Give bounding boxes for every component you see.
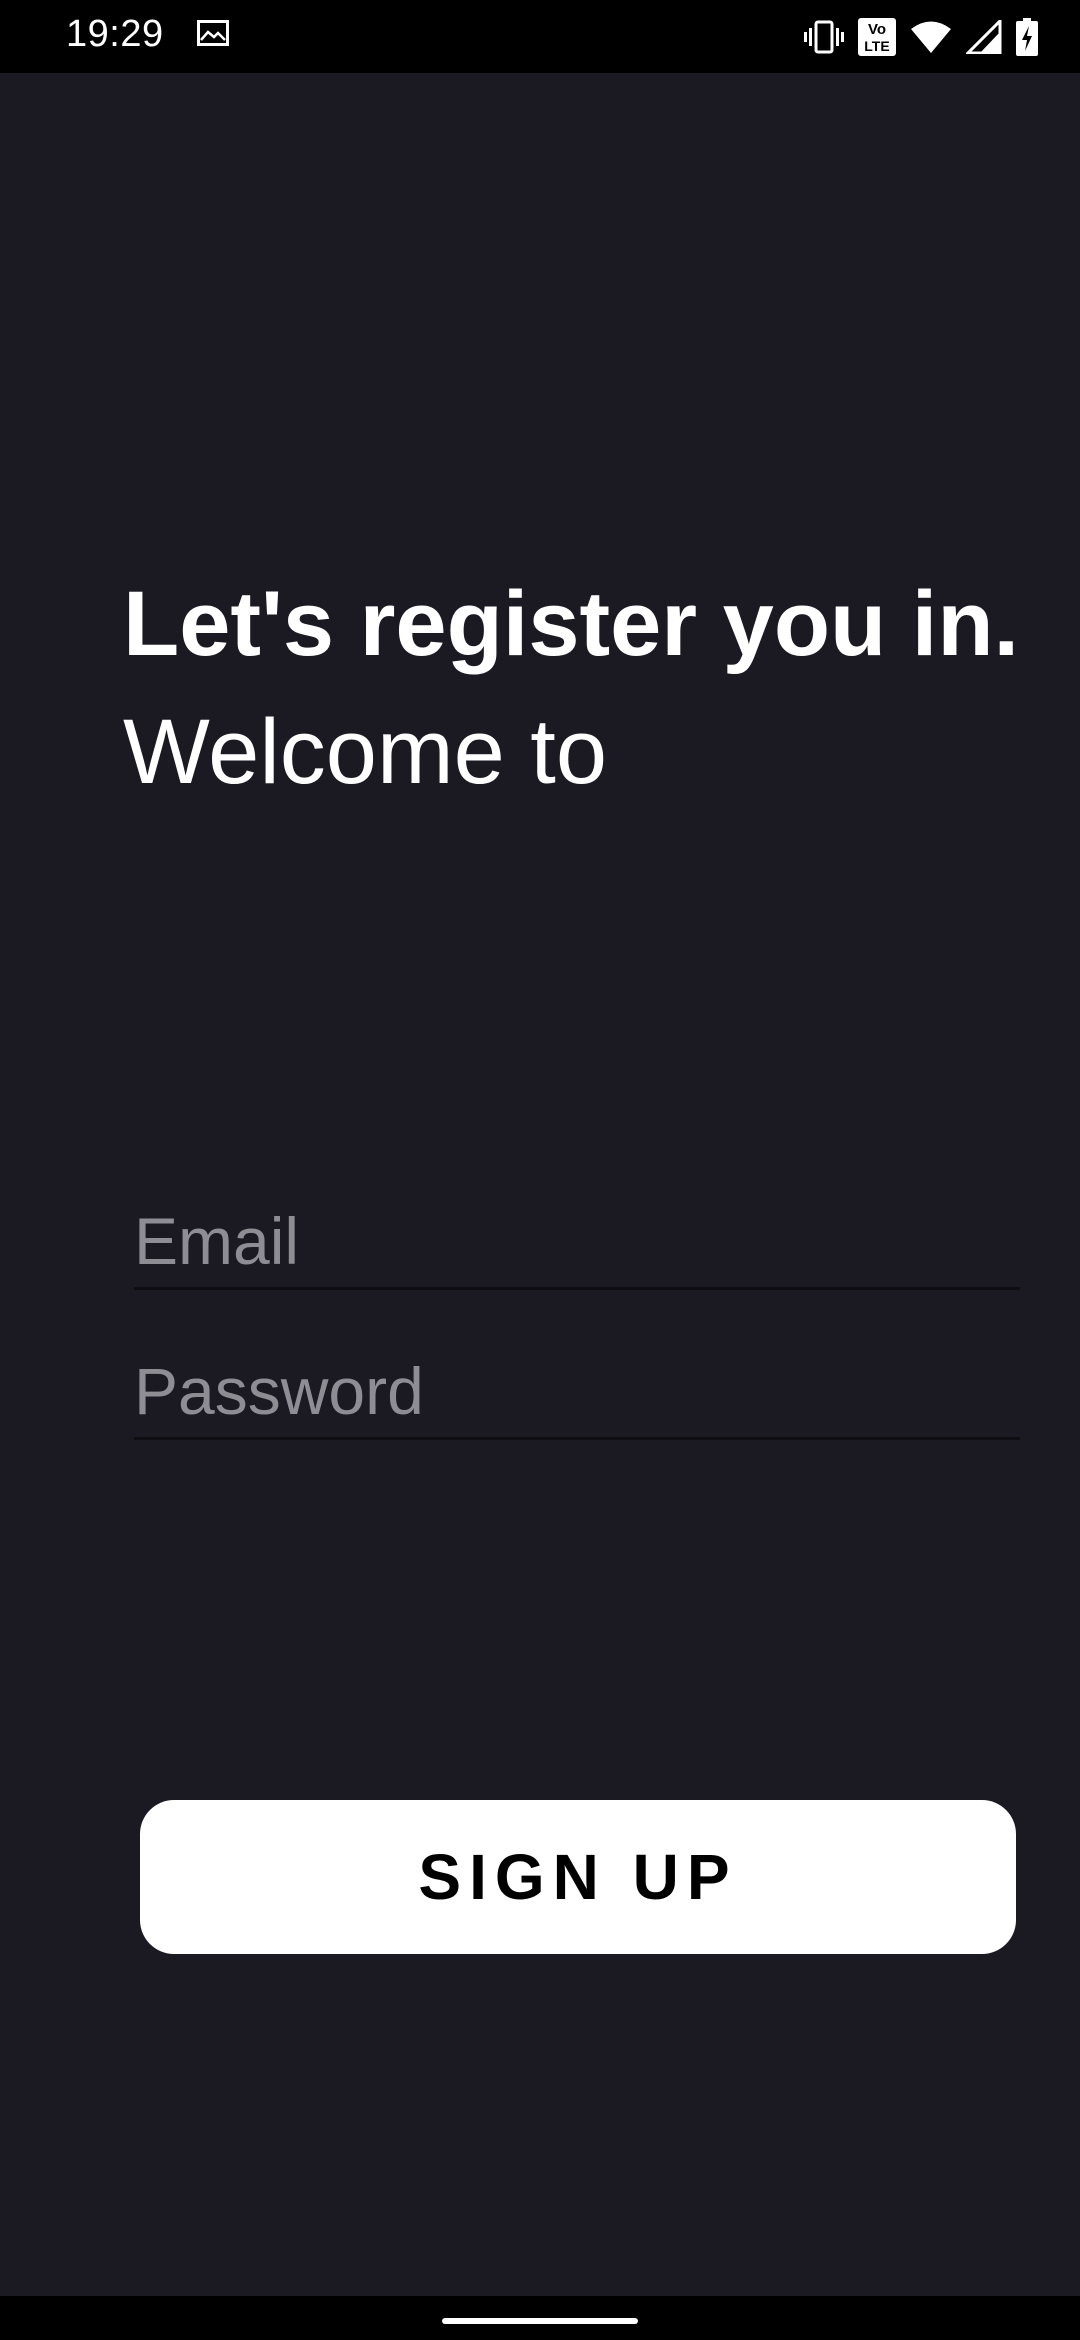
email-field-container — [134, 1195, 1020, 1290]
gallery-icon — [197, 20, 229, 46]
password-field-container — [134, 1345, 1020, 1440]
volte-top-text: Vo — [868, 21, 886, 38]
cell-signal-icon — [966, 20, 1002, 54]
status-bar: 19:29 Vo LTE — [0, 0, 1080, 73]
welcome-subtitle: Welcome to — [123, 701, 608, 803]
register-screen: 19:29 Vo LTE Let's register you in. Welc… — [0, 0, 1080, 2340]
navigation-bar — [0, 2296, 1080, 2340]
volte-bottom-text: LTE — [864, 38, 889, 54]
battery-charging-icon — [1016, 18, 1038, 56]
password-field[interactable] — [134, 1345, 1020, 1437]
volte-icon: Vo LTE — [858, 18, 896, 56]
status-time: 19:29 — [66, 13, 164, 55]
vibrate-icon — [804, 20, 844, 54]
signup-button-label: SIGN UP — [418, 1841, 738, 1913]
page-title: Let's register you in. — [123, 573, 1020, 675]
status-icons: Vo LTE — [804, 14, 1038, 60]
signup-button[interactable]: SIGN UP — [140, 1800, 1016, 1954]
home-gesture-handle[interactable] — [442, 2318, 638, 2324]
email-field[interactable] — [134, 1195, 1020, 1287]
wifi-icon — [910, 20, 952, 54]
